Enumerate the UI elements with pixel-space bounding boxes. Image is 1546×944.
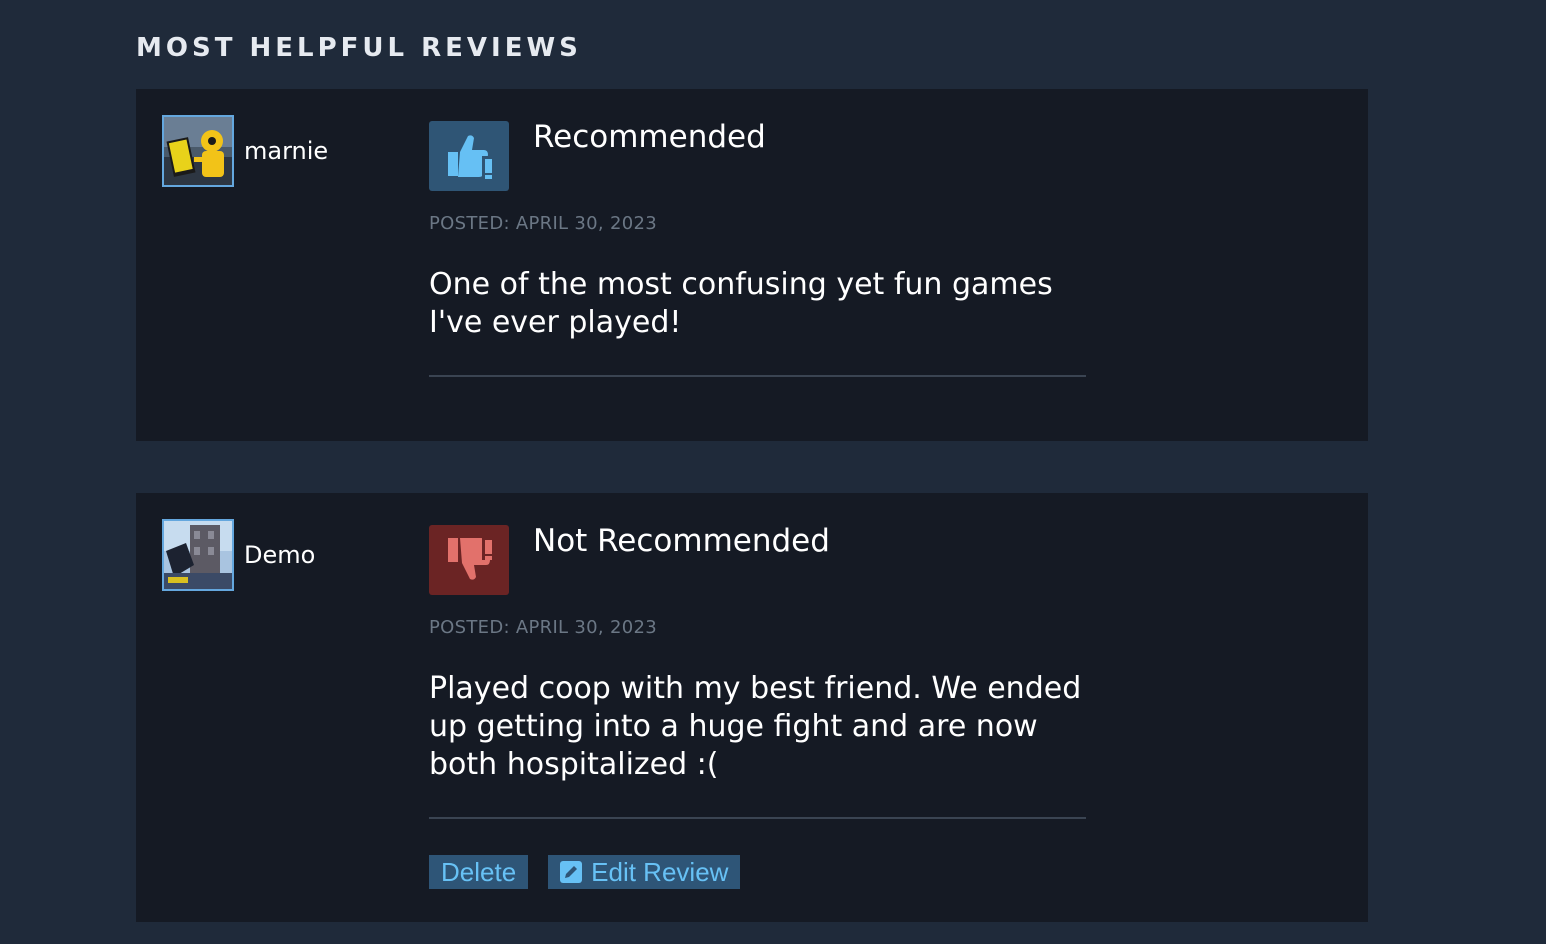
author-avatar[interactable]: [162, 115, 234, 187]
thumbs-up-badge: [429, 121, 509, 191]
divider: [429, 817, 1086, 819]
review-verdict: Not Recommended: [533, 523, 830, 559]
review-author: marnie: [162, 115, 328, 187]
building-avatar: [164, 521, 232, 589]
delete-button-label: Delete: [441, 856, 517, 887]
divider: [429, 375, 1086, 377]
author-name[interactable]: marnie: [244, 137, 328, 165]
reviews-page: MOST HELPFUL REVIEWS marnie Recommended …: [0, 0, 1546, 944]
section-title: MOST HELPFUL REVIEWS: [136, 33, 582, 63]
posted-date: POSTED: APRIL 30, 2023: [429, 617, 657, 638]
thumbs-down-icon: [448, 538, 492, 580]
crash-test-dummy-avatar: [164, 117, 232, 185]
review-verdict: Recommended: [533, 119, 766, 155]
delete-button[interactable]: Delete: [429, 855, 529, 889]
review-text: Played coop with my best friend. We ende…: [429, 671, 1082, 782]
review-card: marnie Recommended POSTED: APRIL 30, 202…: [136, 89, 1368, 441]
thumbs-down-badge: [429, 525, 509, 595]
review-text: One of the most confusing yet fun games …: [429, 267, 1053, 340]
edit-button-label: Edit Review: [591, 856, 729, 887]
edit-icon: [560, 861, 583, 883]
posted-date: POSTED: APRIL 30, 2023: [429, 213, 657, 234]
review-author: Demo: [162, 519, 315, 591]
thumbs-up-icon: [448, 135, 492, 179]
edit-review-button[interactable]: Edit Review: [548, 855, 741, 889]
author-avatar[interactable]: [162, 519, 234, 591]
review-actions: Delete Edit Review: [429, 855, 741, 889]
review-card: Demo Not Recommended POSTED: APRIL 30, 2…: [136, 493, 1368, 922]
author-name[interactable]: Demo: [244, 541, 315, 569]
